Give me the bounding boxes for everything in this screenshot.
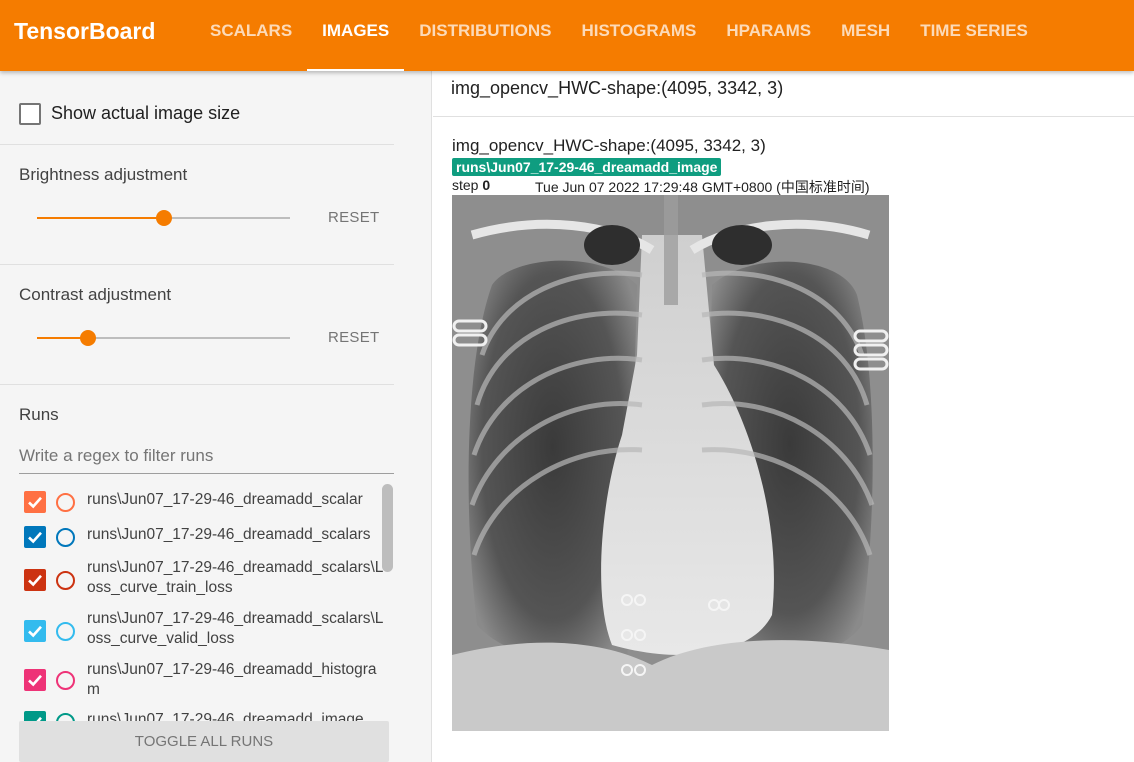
image-card-title: img_opencv_HWC-shape:(4095, 3342, 3) bbox=[452, 136, 766, 155]
brightness-reset-button[interactable]: RESET bbox=[328, 209, 380, 226]
run-checkbox[interactable] bbox=[24, 526, 46, 548]
run-label: runs\Jun07_17-29-46_dreamadd_image bbox=[87, 711, 364, 721]
tab-scalars[interactable]: SCALARS bbox=[195, 0, 307, 71]
run-badge: runs\Jun07_17-29-46_dreamadd_image bbox=[452, 158, 722, 176]
show-actual-size-label[interactable]: Show actual image size bbox=[51, 103, 240, 124]
run-color-circle[interactable] bbox=[56, 493, 75, 512]
tab-mesh[interactable]: MESH bbox=[826, 0, 905, 71]
checkmark-icon bbox=[28, 531, 42, 544]
tab-distributions[interactable]: DISTRIBUTIONS bbox=[404, 0, 566, 71]
checkmark-icon bbox=[28, 625, 42, 638]
contrast-section: Contrast adjustment RESET bbox=[0, 265, 394, 385]
show-actual-size-checkbox[interactable] bbox=[19, 103, 41, 125]
sidebar: Show actual image size Brightness adjust… bbox=[0, 71, 432, 762]
run-color-circle[interactable] bbox=[56, 571, 75, 590]
run-label: runs\Jun07_17-29-46_dreamadd_histogram bbox=[87, 661, 377, 698]
top-bar: TensorBoard SCALARS IMAGES DISTRIBUTIONS… bbox=[0, 0, 1134, 71]
checkmark-icon bbox=[36, 716, 42, 721]
run-checkbox[interactable] bbox=[24, 669, 46, 691]
checkmark-icon bbox=[28, 674, 42, 687]
run-color-circle[interactable] bbox=[56, 713, 75, 721]
checkmark-icon bbox=[28, 496, 42, 509]
step-info: step 0 bbox=[452, 177, 490, 193]
runs-scrollbar[interactable] bbox=[382, 484, 393, 572]
brightness-label: Brightness adjustment bbox=[19, 165, 188, 184]
brightness-slider[interactable] bbox=[37, 210, 290, 226]
runs-title: Runs bbox=[19, 405, 59, 424]
brightness-section: Brightness adjustment RESET bbox=[0, 145, 394, 265]
run-filter-input[interactable]: Write a regex to filter runs bbox=[19, 441, 394, 474]
run-checkbox[interactable] bbox=[24, 620, 46, 642]
contrast-label: Contrast adjustment bbox=[19, 285, 172, 304]
step-label: step bbox=[452, 177, 479, 193]
run-label: runs\Jun07_17-29-46_dreamadd_scalars\Los… bbox=[87, 610, 384, 647]
step-value: 0 bbox=[482, 177, 491, 193]
checkmark-icon bbox=[28, 574, 42, 587]
brightness-slider-fill bbox=[37, 217, 164, 219]
show-size-section: Show actual image size bbox=[0, 71, 394, 145]
chest-xray-picture bbox=[452, 195, 889, 731]
run-label: runs\Jun07_17-29-46_dreamadd_scalars bbox=[87, 526, 371, 543]
run-color-circle[interactable] bbox=[56, 622, 75, 641]
run-label: runs\Jun07_17-29-46_dreamadd_scalar bbox=[87, 491, 363, 508]
run-color-circle[interactable] bbox=[56, 671, 75, 690]
image-card: img_opencv_HWC-shape:(4095, 3342, 3) run… bbox=[452, 135, 889, 731]
contrast-reset-button[interactable]: RESET bbox=[328, 329, 380, 346]
runs-list: runs\Jun07_17-29-46_dreamadd_scalar runs… bbox=[0, 481, 394, 721]
timestamp: Tue Jun 07 2022 17:29:48 GMT+0800 (中国标准时… bbox=[535, 179, 870, 195]
app-title[interactable]: TensorBoard bbox=[0, 0, 195, 71]
tab-histograms[interactable]: HISTOGRAMS bbox=[566, 0, 711, 71]
tab-time-series[interactable]: TIME SERIES bbox=[905, 0, 1043, 71]
tab-hparams[interactable]: HPARAMS bbox=[711, 0, 826, 71]
brightness-slider-thumb[interactable] bbox=[155, 210, 172, 226]
main-panel: img_opencv_HWC-shape:(4095, 3342, 3) img… bbox=[433, 71, 1134, 762]
run-checkbox[interactable] bbox=[24, 569, 46, 591]
xray-image[interactable] bbox=[452, 195, 889, 731]
image-meta: step 0 Tue Jun 07 2022 17:29:48 GMT+0800… bbox=[452, 177, 869, 195]
toggle-all-runs-button[interactable]: TOGGLE ALL RUNS bbox=[19, 721, 389, 762]
run-checkbox[interactable] bbox=[24, 491, 46, 513]
run-label: runs\Jun07_17-29-46_dreamadd_scalars\Los… bbox=[87, 559, 384, 596]
contrast-slider-thumb[interactable] bbox=[79, 330, 96, 346]
tag-group-header[interactable]: img_opencv_HWC-shape:(4095, 3342, 3) bbox=[433, 71, 1134, 117]
contrast-slider[interactable] bbox=[37, 330, 290, 346]
run-color-circle[interactable] bbox=[56, 528, 75, 547]
run-checkbox[interactable] bbox=[24, 711, 46, 721]
dashboard-tabs: SCALARS IMAGES DISTRIBUTIONS HISTOGRAMS … bbox=[195, 0, 1043, 71]
tab-images[interactable]: IMAGES bbox=[307, 0, 405, 71]
